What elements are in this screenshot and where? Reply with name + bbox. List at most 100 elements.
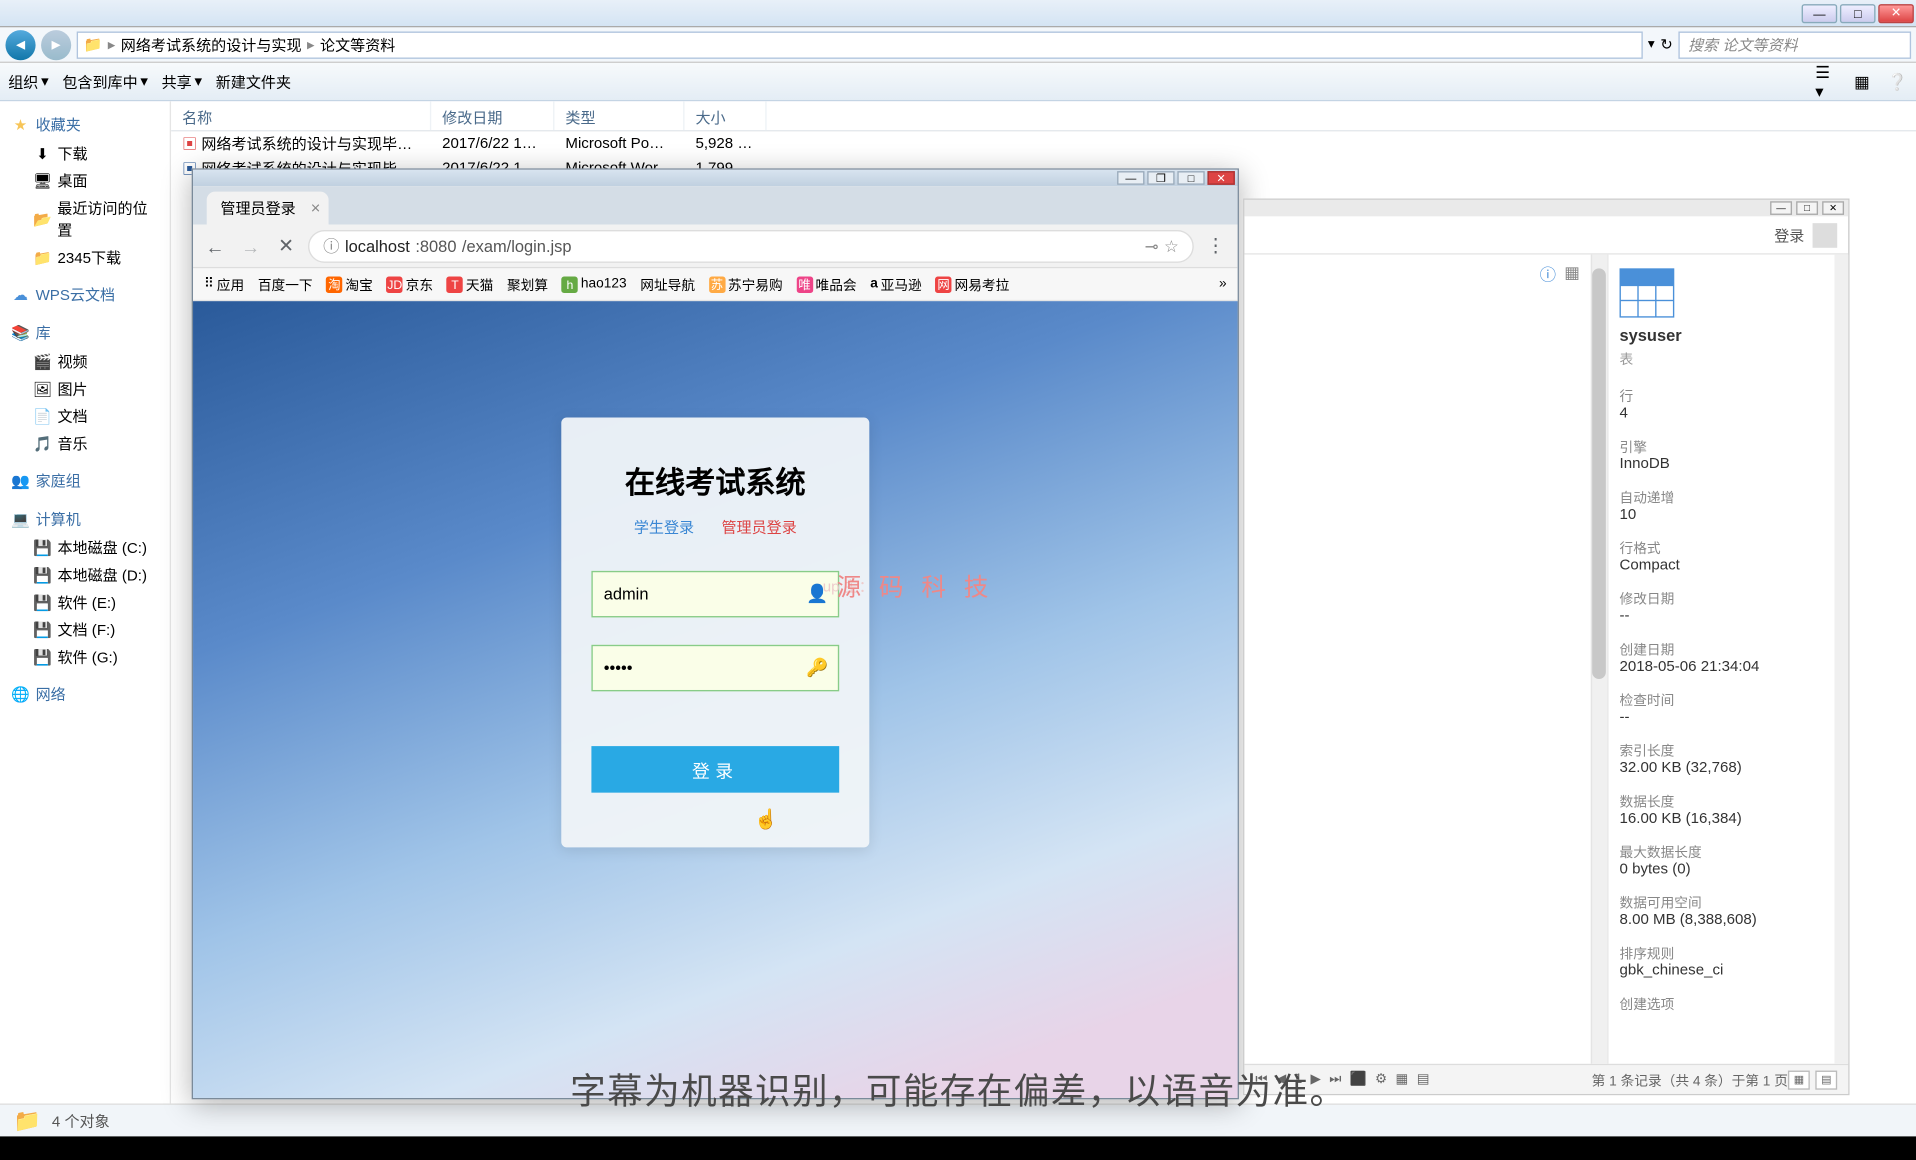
avatar[interactable] bbox=[1813, 222, 1838, 247]
grid-icon[interactable]: ▦ bbox=[1564, 263, 1580, 286]
bookmark[interactable]: 淘淘宝 bbox=[326, 274, 373, 295]
side-g[interactable]: 💾软件 (G:) bbox=[3, 643, 167, 670]
bookmark[interactable]: 苏苏宁易购 bbox=[709, 274, 783, 295]
back-button[interactable]: ← bbox=[201, 232, 228, 259]
db-min[interactable]: — bbox=[1770, 201, 1792, 215]
password-wrap: 🔑 bbox=[591, 645, 839, 692]
footer-btn-2[interactable]: ▤ bbox=[1815, 1070, 1837, 1089]
side-desktop[interactable]: 🖥桌面 bbox=[3, 167, 167, 194]
login-button[interactable]: 登录 bbox=[591, 746, 839, 793]
page-info: 第 1 条记录（共 4 条）于第 1 页 bbox=[1592, 1069, 1788, 1090]
db-max[interactable]: □ bbox=[1796, 201, 1818, 215]
file-row[interactable]: ▣ 网络考试系统的设计与实现毕业设计答辩... 2017/6/22 13:42 … bbox=[171, 131, 1916, 156]
nav-back[interactable]: ◄ bbox=[5, 29, 35, 59]
win-minimize[interactable]: — bbox=[1802, 3, 1838, 22]
addr-dropdown[interactable]: ▾ bbox=[1648, 37, 1655, 52]
tb-share[interactable]: 共享 ▾ bbox=[162, 71, 202, 93]
bookmark[interactable]: 网址导航 bbox=[640, 274, 695, 295]
tab-close-icon[interactable]: × bbox=[311, 199, 321, 218]
nav-list-icon[interactable]: ▤ bbox=[1417, 1072, 1430, 1087]
side-lib[interactable]: 📚库 bbox=[3, 318, 167, 348]
tb-organize[interactable]: 组织 ▾ bbox=[8, 71, 48, 93]
col-name[interactable]: 名称 bbox=[171, 101, 431, 130]
side-net[interactable]: 🌐网络 bbox=[3, 679, 167, 709]
browser-restore[interactable]: ❐ bbox=[1147, 171, 1174, 185]
tab-strip: 管理员登录 × bbox=[193, 186, 1238, 224]
browser-min[interactable]: — bbox=[1117, 171, 1144, 185]
prop-value: 2018-05-06 21:34:04 bbox=[1620, 658, 1838, 674]
bookmark[interactable]: a 亚马逊 bbox=[870, 274, 921, 295]
browser-close[interactable]: ✕ bbox=[1207, 171, 1234, 185]
breadcrumb-2[interactable]: 论文等资料 bbox=[320, 34, 395, 56]
view-icon[interactable]: ☰ ▾ bbox=[1815, 71, 1837, 93]
prop-value: InnoDB bbox=[1620, 456, 1838, 472]
browser-tab[interactable]: 管理员登录 × bbox=[207, 192, 329, 225]
col-type[interactable]: 类型 bbox=[554, 101, 684, 130]
password-input[interactable] bbox=[591, 645, 839, 692]
help-icon[interactable]: ❔ bbox=[1886, 71, 1908, 93]
side-home[interactable]: 👥家庭组 bbox=[3, 465, 167, 495]
menu-icon[interactable]: ⋮ bbox=[1202, 232, 1229, 259]
nav-grid-icon[interactable]: ▦ bbox=[1396, 1072, 1409, 1087]
tab-student-login[interactable]: 学生登录 bbox=[634, 516, 694, 538]
col-size[interactable]: 大小 bbox=[685, 101, 767, 130]
bookmark[interactable]: 百度一下 bbox=[258, 274, 313, 295]
tb-include[interactable]: 包含到库中 ▾ bbox=[62, 71, 148, 93]
side-fav[interactable]: ★收藏夹 bbox=[3, 110, 167, 140]
bookmark[interactable]: 网网易考拉 bbox=[935, 274, 1009, 295]
side-doc[interactable]: 📄文档 bbox=[3, 402, 167, 429]
db-main-area[interactable]: ⓘ ▦ bbox=[1244, 255, 1608, 1064]
prop-label: 行格式 bbox=[1620, 537, 1838, 558]
side-video[interactable]: 🎬视频 bbox=[3, 348, 167, 375]
bookmark[interactable]: 聚划算 bbox=[507, 274, 548, 295]
scroll-thumb[interactable] bbox=[1592, 268, 1606, 679]
side-dl[interactable]: ⬇下载 bbox=[3, 140, 167, 167]
side-2345[interactable]: 📁2345下载 bbox=[3, 244, 167, 271]
bookmark[interactable]: hhao123 bbox=[562, 276, 627, 292]
side-scrollbar[interactable] bbox=[1834, 255, 1848, 1064]
side-pc[interactable]: 💻计算机 bbox=[3, 504, 167, 534]
side-wps[interactable]: ☁WPS云文档 bbox=[3, 279, 167, 309]
side-e[interactable]: 💾软件 (E:) bbox=[3, 589, 167, 616]
tb-newfolder[interactable]: 新建文件夹 bbox=[216, 71, 291, 93]
browser-max[interactable]: □ bbox=[1177, 171, 1204, 185]
bookmark[interactable]: T天猫 bbox=[447, 274, 494, 295]
key-icon[interactable]: ⊸ bbox=[1145, 236, 1159, 255]
side-f[interactable]: 💾文档 (F:) bbox=[3, 616, 167, 643]
star-icon[interactable]: ☆ bbox=[1164, 236, 1179, 255]
bookmark[interactable]: JD京东 bbox=[387, 274, 434, 295]
preview-icon[interactable]: ▦ bbox=[1851, 71, 1873, 93]
db-close[interactable]: ✕ bbox=[1822, 201, 1844, 215]
info-icon[interactable]: ⓘ bbox=[1540, 263, 1556, 286]
url-bar[interactable]: ⓘ localhost:8080/exam/login.jsp ⊸ ☆ bbox=[308, 229, 1194, 262]
nav-stop-icon[interactable]: ⬛ bbox=[1350, 1072, 1367, 1087]
bookmarks-overflow[interactable]: » bbox=[1219, 277, 1227, 292]
breadcrumb-1[interactable]: 网络考试系统的设计与实现 bbox=[121, 34, 302, 56]
stop-button[interactable]: ✕ bbox=[272, 232, 299, 259]
bookmark[interactable]: 唯唯品会 bbox=[796, 274, 856, 295]
db-login-label[interactable]: 登录 bbox=[1774, 224, 1804, 246]
prop-value: 4 bbox=[1620, 405, 1838, 421]
col-date[interactable]: 修改日期 bbox=[431, 101, 554, 130]
folder-icon: 📁 bbox=[33, 248, 52, 266]
side-pic[interactable]: 🖼图片 bbox=[3, 375, 167, 402]
search-input[interactable]: 搜索 论文等资料 bbox=[1678, 31, 1911, 58]
tab-admin-login[interactable]: 管理员登录 bbox=[721, 516, 796, 538]
side-recent[interactable]: 📂最近访问的位置 bbox=[3, 194, 167, 243]
side-d[interactable]: 💾本地磁盘 (D:) bbox=[3, 561, 167, 588]
scrollbar[interactable] bbox=[1591, 255, 1607, 1064]
username-input[interactable] bbox=[591, 571, 839, 618]
footer-btn-1[interactable]: ▦ bbox=[1788, 1070, 1810, 1089]
forward-button[interactable]: → bbox=[237, 232, 264, 259]
nav-settings-icon[interactable]: ⚙ bbox=[1375, 1072, 1387, 1087]
win-close[interactable]: ✕ bbox=[1878, 3, 1914, 22]
address-bar[interactable]: 📁 ▸ 网络考试系统的设计与实现 ▸ 论文等资料 bbox=[77, 31, 1643, 58]
side-c[interactable]: 💾本地磁盘 (C:) bbox=[3, 534, 167, 561]
addr-refresh[interactable]: ↻ bbox=[1660, 36, 1673, 54]
db-property: 自动递增10 bbox=[1620, 486, 1838, 523]
win-maximize[interactable]: □ bbox=[1840, 3, 1876, 22]
side-music[interactable]: 🎵音乐 bbox=[3, 430, 167, 457]
explorer-address: ◄ ► 📁 ▸ 网络考试系统的设计与实现 ▸ 论文等资料 ▾ ↻ 搜索 论文等资… bbox=[0, 27, 1916, 63]
apps-icon[interactable]: ⠿ 应用 bbox=[204, 274, 244, 295]
nav-forward[interactable]: ► bbox=[41, 29, 71, 59]
